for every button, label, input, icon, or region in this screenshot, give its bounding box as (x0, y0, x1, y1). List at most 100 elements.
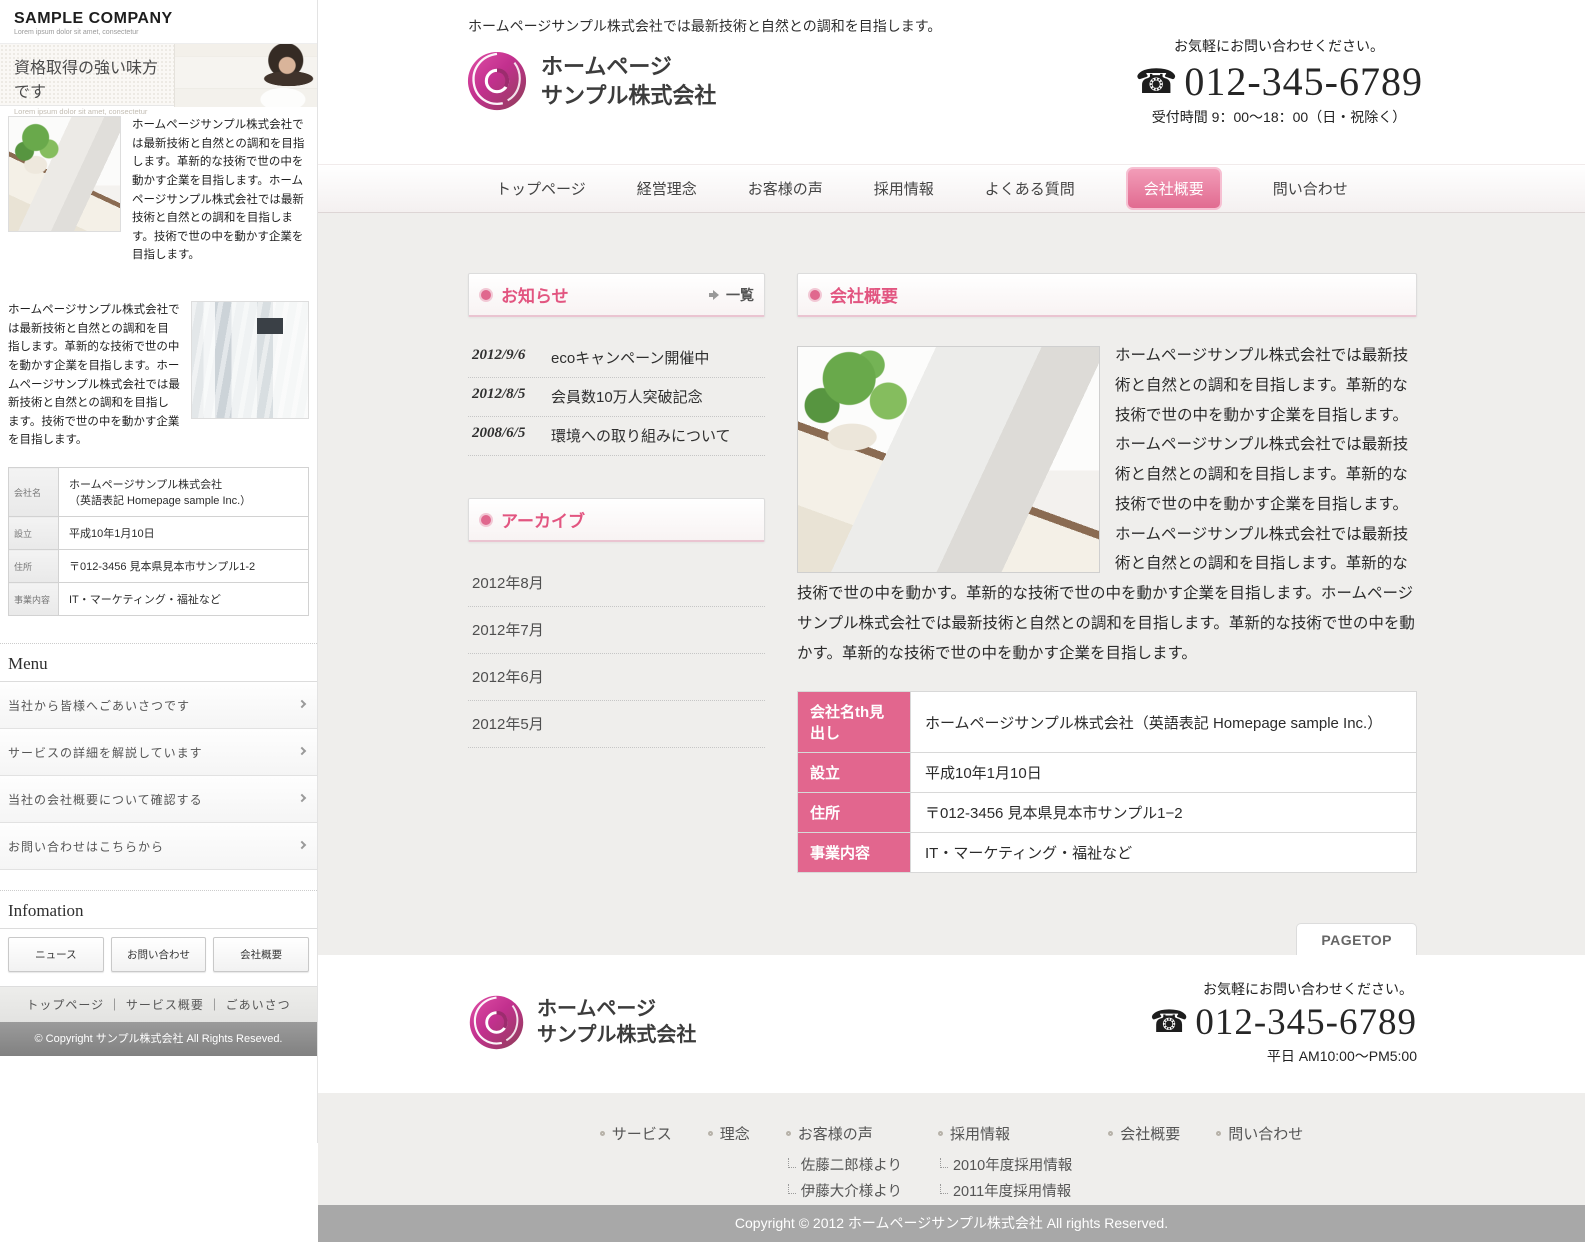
sitemap-column-voices: お客様の声 佐藤二郎様より 伊藤大介様より (786, 1123, 902, 1205)
table-row-label: 設立 (9, 517, 59, 550)
table-row-label: 事業内容 (9, 583, 59, 616)
nav-item-faq[interactable]: よくある質問 (985, 178, 1075, 199)
news-item-text: ecoキャンペーン開催中 (551, 347, 709, 368)
sitemap-column-recruit: 採用情報 2010年度採用情報 2011年度採用情報 (938, 1123, 1072, 1205)
table-row-label: 住所 (9, 550, 59, 583)
sidebar-footer-link[interactable]: トップページ (26, 998, 104, 1012)
nav-item-company-active[interactable]: 会社概要 (1126, 167, 1222, 210)
desk-photo (8, 116, 121, 232)
sidebar-intro-block-2: ホームページサンプル株式会社では最新技術と自然との調和を目指します。革新的な技術… (0, 291, 317, 450)
bullet-icon (938, 1131, 943, 1136)
sitemap-sublink[interactable]: 伊藤大介様より (788, 1179, 902, 1205)
sitemap-sublink[interactable]: 2011年度採用情報 (940, 1179, 1072, 1205)
table-row-value: ホームページサンプル株式会社 （英語表記 Homepage sample Inc… (59, 468, 309, 517)
logo-text: ホームページ サンプル株式会社 (541, 52, 716, 110)
news-item[interactable]: 2012/8/5 会員数10万人突破記念 (468, 378, 765, 417)
footer-contact: お気軽にお問い合わせください。 ☎ 012-345-6789 平日 AM10:0… (1150, 979, 1417, 1066)
content-area: お知らせ 一覧 2012/9/6 ecoキャンペーン開催中 2012/8/5 会… (318, 213, 1585, 873)
table-row: 事業内容 IT・マーケティング・福祉など (9, 583, 309, 616)
main-nav: トップページ 経営理念 お客様の声 採用情報 よくある質問 会社概要 問い合わせ (318, 164, 1585, 213)
bullet-icon (600, 1131, 605, 1136)
table-row-value: 平成10年1月10日 (59, 517, 309, 550)
table-row-value: 〒012-3456 見本県見本市サンプル1-2 (59, 550, 309, 583)
tree-branch-icon (788, 1184, 796, 1194)
chevron-right-icon (298, 794, 306, 802)
sidebar-infomation-heading: Infomation (0, 891, 317, 929)
news-heading-box: お知らせ 一覧 (468, 273, 765, 317)
sidebar-menu-item-greeting[interactable]: 当社から皆様へごあいさつです (0, 682, 317, 729)
sitemap-link-company[interactable]: 会社概要 (1108, 1123, 1180, 1144)
woman-photo (174, 44, 317, 107)
table-row: 設立 平成10年1月10日 (798, 753, 1417, 793)
sitemap-sublink[interactable]: 2010年度採用情報 (940, 1153, 1072, 1179)
pagetop-button[interactable]: PAGETOP (1296, 923, 1417, 955)
sidebar-menu: Menu 当社から皆様へごあいさつです サービスの詳細を解説しています 当社の会… (0, 643, 317, 870)
table-row: 住所 〒012-3456 見本県見本市サンプル1−2 (798, 793, 1417, 833)
nav-item-top[interactable]: トップページ (496, 178, 586, 199)
news-item-date: 2012/9/6 (472, 347, 538, 368)
table-row-label: 会社名th見出し (798, 692, 911, 753)
sitemap-link-recruit[interactable]: 採用情報 (938, 1123, 1072, 1144)
sitemap-column-philosophy: 理念 (708, 1123, 750, 1205)
content-right-column: 会社概要 ホームページサンプル株式会社では最新技術と自然との調和を目指します。革… (797, 273, 1417, 873)
sidebar-menu-heading: Menu (0, 644, 317, 682)
table-row: 設立 平成10年1月10日 (9, 517, 309, 550)
archive-item[interactable]: 2012年7月 (468, 607, 765, 654)
contact-button[interactable]: お問い合わせ (111, 937, 207, 972)
nav-item-recruit[interactable]: 採用情報 (874, 178, 934, 199)
nav-item-contact[interactable]: 問い合わせ (1273, 178, 1348, 199)
footer-copyright: Copyright © 2012 ホームページサンプル株式会社 All righ… (318, 1205, 1585, 1242)
ring-icon (481, 515, 491, 525)
logo-swirl-icon (468, 994, 525, 1051)
news-item-text: 会員数10万人突破記念 (551, 386, 703, 407)
sidebar-footer-link[interactable]: ごあいさつ (226, 998, 291, 1012)
phone-number: 012-345-6789 (1184, 58, 1423, 105)
sidebar-menu-item-service[interactable]: サービスの詳細を解説しています (0, 729, 317, 776)
sidebar: SAMPLE COMPANY Lorem ipsum dolor sit ame… (0, 0, 318, 1143)
news-heading: お知らせ (501, 282, 709, 307)
contact-note: お気軽にお問い合わせください。 (1150, 979, 1417, 999)
menu-item-label: 当社の会社概要について確認する (8, 793, 203, 807)
nav-item-voices[interactable]: お客様の声 (748, 178, 823, 199)
table-row: 会社名 ホームページサンプル株式会社 （英語表記 Homepage sample… (9, 468, 309, 517)
sidebar-menu-item-contact[interactable]: お問い合わせはこちらから (0, 823, 317, 870)
menu-item-label: サービスの詳細を解説しています (8, 746, 203, 760)
phone-number: 012-345-6789 (1195, 1001, 1417, 1044)
sitemap-column-contact: 問い合わせ (1216, 1123, 1303, 1205)
sidebar-banner-title: 資格取得の強い味方です (14, 54, 170, 102)
header-tagline: ホームページサンプル株式会社では最新技術と自然との調和を目指します。 (468, 16, 941, 36)
sitemap-link-philosophy[interactable]: 理念 (708, 1123, 750, 1144)
archive-item[interactable]: 2012年8月 (468, 560, 765, 607)
page-header: ホームページサンプル株式会社では最新技術と自然との調和を目指します。 ホームペー… (318, 0, 1585, 164)
archive-item[interactable]: 2012年5月 (468, 701, 765, 748)
table-row-value: 〒012-3456 見本県見本市サンプル1−2 (911, 793, 1417, 833)
news-button[interactable]: ニュース (8, 937, 104, 972)
site-logo[interactable]: ホームページ サンプル株式会社 (466, 50, 716, 112)
archive-item[interactable]: 2012年6月 (468, 654, 765, 701)
table-row-label: 会社名 (9, 468, 59, 517)
sidebar-logo[interactable]: SAMPLE COMPANY Lorem ipsum dolor sit ame… (0, 0, 317, 43)
news-item[interactable]: 2012/9/6 ecoキャンペーン開催中 (468, 339, 765, 378)
sitemap-column-service: サービス (600, 1123, 672, 1205)
sidebar-menu-item-company[interactable]: 当社の会社概要について確認する (0, 776, 317, 823)
sitemap-link-service[interactable]: サービス (600, 1123, 672, 1144)
sitemap-link-contact[interactable]: 問い合わせ (1216, 1123, 1303, 1144)
news-list-link[interactable]: 一覧 (709, 285, 754, 305)
arrow-right-icon (709, 290, 721, 300)
news-item[interactable]: 2008/6/5 環境への取り組みについて (468, 417, 765, 456)
ring-icon (481, 290, 491, 300)
company-photo (797, 346, 1100, 573)
nav-item-philosophy[interactable]: 経営理念 (637, 178, 697, 199)
company-heading: 会社概要 (830, 282, 1406, 307)
sitemap-sublink[interactable]: 佐藤二郎様より (788, 1153, 902, 1179)
bottom-spacer (318, 1242, 1585, 1254)
sidebar-footer-link[interactable]: サービス概要 (126, 998, 204, 1012)
chevron-right-icon (298, 841, 306, 849)
news-item-date: 2008/6/5 (472, 425, 538, 446)
ring-icon (810, 290, 820, 300)
footer-logo[interactable]: ホームページ サンプル株式会社 (468, 994, 696, 1051)
news-list: 2012/9/6 ecoキャンペーン開催中 2012/8/5 会員数10万人突破… (468, 339, 765, 456)
company-body: ホームページサンプル株式会社では最新技術と自然との調和を目指します。革新的な技術… (797, 341, 1417, 668)
company-overview-button[interactable]: 会社概要 (213, 937, 309, 972)
sitemap-link-voices[interactable]: お客様の声 (786, 1123, 902, 1144)
